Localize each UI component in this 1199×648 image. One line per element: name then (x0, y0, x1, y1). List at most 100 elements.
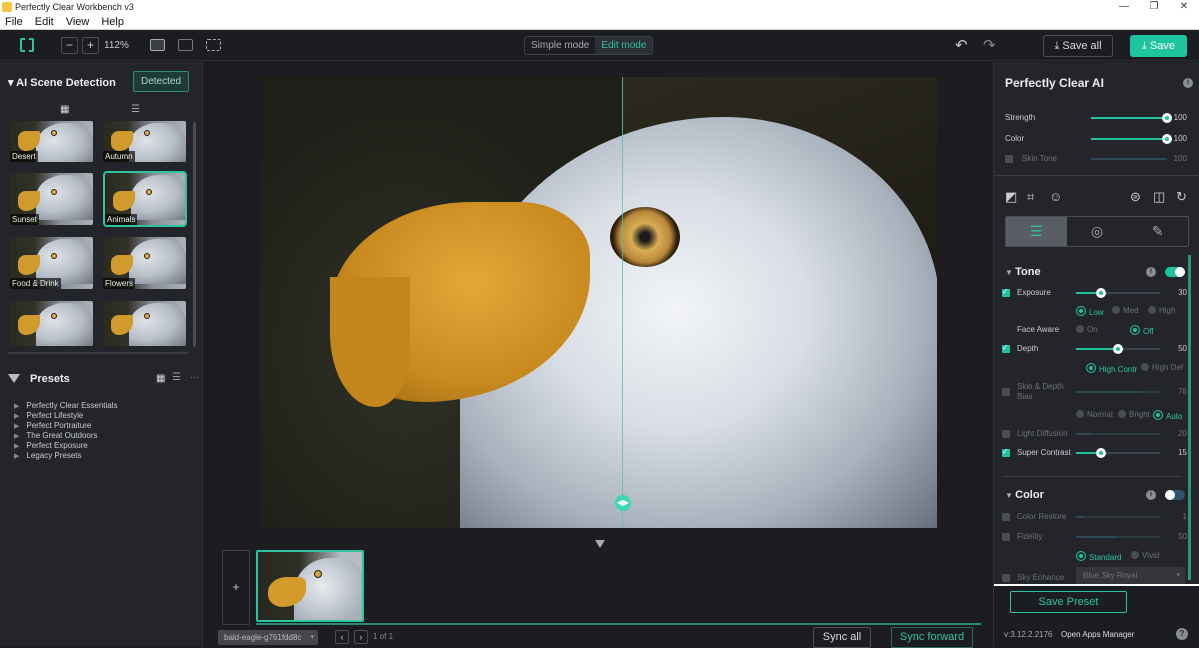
color-restore-slider[interactable]: Color Restore 1 (994, 510, 1199, 524)
list-view-icon[interactable]: ☰ (131, 104, 140, 115)
split-line[interactable] (622, 77, 623, 528)
sky-enhance-checkbox[interactable] (1002, 574, 1010, 582)
flip-horizontal-icon[interactable]: ◫ (1153, 189, 1165, 205)
scene-detection-title[interactable]: ▾ AI Scene Detection (8, 76, 116, 89)
fidelity-checkbox[interactable] (1002, 533, 1010, 541)
color-toggle[interactable] (1165, 490, 1185, 500)
scene-thumb-sunset[interactable]: Sunset (10, 173, 93, 225)
face-aware-on-radio[interactable]: On (1076, 325, 1098, 334)
simple-mode-button[interactable]: Simple mode (525, 37, 595, 54)
bias-auto-radio[interactable]: Auto (1153, 410, 1182, 421)
skin-depth-bias-slider[interactable]: Skin & Depth Bias 76 (994, 382, 1199, 404)
light-diffusion-slider[interactable]: Light Diffusion 20 (994, 427, 1199, 441)
flip-vertical-icon[interactable]: ⊜ (1130, 189, 1141, 205)
menu-edit[interactable]: Edit (35, 16, 54, 28)
super-contrast-checkbox[interactable] (1002, 447, 1010, 457)
menu-help[interactable]: Help (101, 16, 124, 28)
menu-view[interactable]: View (66, 16, 90, 28)
color-info-icon[interactable]: i (1146, 490, 1156, 500)
light-diffusion-checkbox[interactable] (1002, 430, 1010, 438)
collapse-presets-icon[interactable] (8, 374, 20, 383)
preset-group[interactable]: Perfect Exposure (14, 441, 118, 451)
depth-slider[interactable]: Depth 50 (994, 342, 1199, 356)
single-view-icon[interactable] (150, 39, 165, 51)
exposure-low-radio[interactable]: Low (1076, 306, 1104, 317)
face-icon[interactable]: ☺ (1049, 189, 1062, 204)
crop-icon[interactable]: ⌗ (1027, 189, 1034, 205)
preset-group[interactable]: Perfect Portraiture (14, 421, 118, 431)
skin-depth-bias-checkbox[interactable] (1002, 388, 1010, 396)
sky-enhance-select[interactable]: Blue Sky Royal (1076, 567, 1185, 584)
rotate-icon[interactable]: ↻ (1176, 189, 1187, 205)
scene-thumb-flowers[interactable]: Flowers (103, 237, 186, 289)
color-slider[interactable]: Color 100 (994, 132, 1199, 146)
minimize-button[interactable]: — (1109, 0, 1139, 14)
high-contrast-radio[interactable]: High Contr (1086, 363, 1137, 374)
tab-adjustments[interactable]: ☰ (1006, 217, 1067, 246)
exposure-checkbox[interactable] (1002, 287, 1010, 297)
zoom-out-button[interactable]: − (61, 37, 78, 54)
tone-section-title[interactable]: ▼ Tone (1005, 266, 1041, 278)
preset-group[interactable]: The Great Outdoors (14, 431, 118, 441)
detected-button[interactable]: Detected (133, 71, 189, 92)
fidelity-vivid-radio[interactable]: Vivid (1131, 551, 1159, 560)
depth-checkbox[interactable] (1002, 343, 1010, 353)
filmstrip-thumb[interactable] (256, 550, 364, 622)
redo-icon[interactable]: ↷ (983, 36, 996, 54)
restore-button[interactable]: ❐ (1139, 0, 1169, 14)
presets-list-icon[interactable]: ☰ (172, 372, 181, 383)
help-icon[interactable]: ? (1176, 628, 1188, 640)
fidelity-standard-radio[interactable]: Standard (1076, 551, 1121, 562)
info-icon[interactable]: i (1183, 78, 1193, 88)
scene-thumb[interactable] (10, 301, 93, 346)
split-view-icon[interactable] (206, 39, 221, 51)
bias-normal-radio[interactable]: Normal (1076, 410, 1113, 419)
filmstrip-scrollbar[interactable] (256, 623, 981, 625)
bias-bright-radio[interactable]: Bright (1118, 410, 1150, 419)
split-handle-icon[interactable]: ◀▶ (615, 495, 631, 511)
exposure-slider[interactable]: Exposure 30 (994, 286, 1199, 300)
save-preset-button[interactable]: Save Preset (1010, 591, 1127, 613)
filename-select[interactable]: bald-eagle-g761fdd8c (218, 630, 318, 645)
zoom-in-button[interactable]: + (82, 37, 99, 54)
face-aware-off-radio[interactable]: Off (1130, 325, 1154, 336)
skin-tone-slider[interactable]: Skin Tone 100 (994, 152, 1199, 166)
prev-image-button[interactable]: ‹ (335, 630, 349, 644)
fidelity-slider[interactable]: Fidelity 50 (994, 530, 1199, 544)
color-section-title[interactable]: ▼ Color (1005, 489, 1044, 501)
exposure-high-radio[interactable]: High (1148, 306, 1175, 315)
save-button[interactable]: ⤓ Save (1130, 35, 1187, 57)
right-panel-scrollbar[interactable] (1188, 255, 1191, 580)
add-image-button[interactable]: + (222, 550, 250, 625)
scene-thumb-desert[interactable]: Desert (10, 121, 93, 162)
tab-effects[interactable]: ✎ (1127, 217, 1188, 246)
curves-icon[interactable]: ◩ (1005, 189, 1017, 205)
presets-grid-icon[interactable]: ▦ (156, 373, 165, 384)
scene-thumb-food-drink[interactable]: Food & Drink (10, 237, 93, 289)
tone-info-icon[interactable]: i (1146, 267, 1156, 277)
sync-all-button[interactable]: Sync all (813, 627, 871, 648)
main-photo[interactable]: ◀▶ (260, 77, 937, 528)
undo-icon[interactable]: ↶ (955, 36, 968, 54)
grid-view-icon[interactable]: ▦ (60, 104, 69, 115)
color-restore-checkbox[interactable] (1002, 513, 1010, 521)
tab-retouch[interactable]: ◎ (1067, 217, 1128, 246)
skin-tone-checkbox[interactable] (1005, 155, 1013, 163)
high-def-radio[interactable]: High Def (1141, 363, 1183, 372)
fit-screen-icon[interactable] (20, 37, 34, 53)
strength-slider[interactable]: Strength 100 (994, 111, 1199, 125)
menu-file[interactable]: File (5, 16, 23, 28)
scene-thumb-autumn[interactable]: Autumn (103, 121, 186, 162)
sync-forward-button[interactable]: Sync forward (891, 627, 973, 648)
edit-mode-button[interactable]: Edit mode (595, 37, 653, 54)
scene-thumb-animals[interactable]: Animals (103, 171, 187, 227)
save-all-button[interactable]: ⤓ Save all (1043, 35, 1113, 57)
close-button[interactable]: ✕ (1169, 0, 1199, 14)
tone-toggle[interactable] (1165, 267, 1185, 277)
presets-more-icon[interactable]: ··· (190, 372, 199, 382)
preset-group[interactable]: Legacy Presets (14, 451, 118, 461)
super-contrast-slider[interactable]: Super Contrast 15 (994, 446, 1199, 460)
collapse-filmstrip-icon[interactable] (595, 540, 605, 548)
next-image-button[interactable]: › (354, 630, 368, 644)
scene-thumb[interactable] (103, 301, 186, 346)
